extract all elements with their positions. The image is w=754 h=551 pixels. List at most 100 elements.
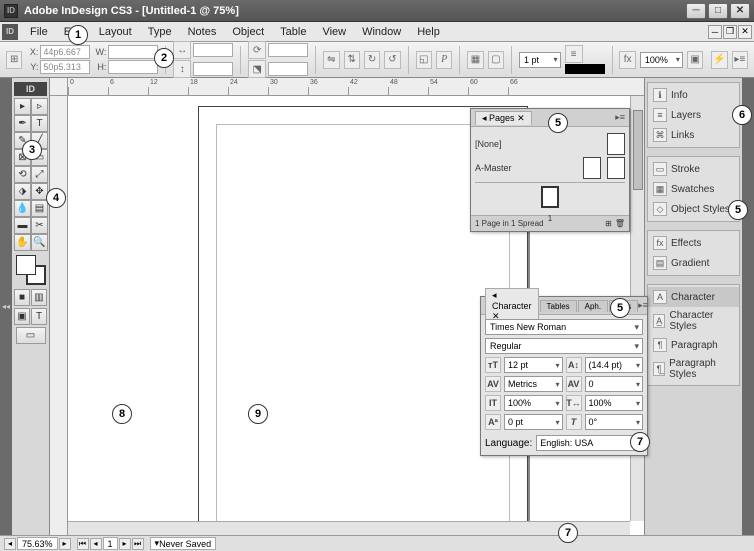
h-input[interactable] <box>108 60 158 74</box>
hand-tool[interactable]: ✋ <box>14 234 31 251</box>
pathfinder-icon[interactable]: P <box>436 51 452 69</box>
dock-char-styles[interactable]: A̲Character Styles <box>648 307 739 335</box>
zoom-next-icon[interactable]: ▸ <box>59 538 71 550</box>
menu-layout[interactable]: Layout <box>91 24 140 40</box>
indesign-icon[interactable]: ID <box>2 24 18 40</box>
dock-stroke[interactable]: ▭Stroke <box>648 159 739 179</box>
hscale-input[interactable]: 100% <box>585 395 644 411</box>
leading-input[interactable]: (14.4 pt) <box>585 357 644 373</box>
dock-gradient[interactable]: ▤Gradient <box>648 253 739 273</box>
y-input[interactable] <box>40 60 90 74</box>
pages-tab[interactable]: ◂ Pages ✕ <box>475 111 532 125</box>
none-thumb[interactable] <box>607 133 625 155</box>
view-mode-icon[interactable]: ▭ <box>16 327 46 344</box>
dock-object-styles[interactable]: ◇Object Styles <box>648 199 739 219</box>
right-dock-strip[interactable] <box>742 78 754 535</box>
vertical-ruler[interactable] <box>50 96 68 535</box>
dock-info[interactable]: ℹInfo <box>648 85 739 105</box>
apply-color-icon[interactable]: ■ <box>14 289 30 306</box>
selection-tool[interactable]: ▸ <box>14 98 31 115</box>
rotate-ccw-icon[interactable]: ↺ <box>384 51 400 69</box>
quick-apply-icon[interactable]: ⚡ <box>711 51 727 69</box>
menu-object[interactable]: Object <box>224 24 272 40</box>
type-tool[interactable]: T <box>31 115 48 132</box>
gradient-tool[interactable]: ▤ <box>31 200 48 217</box>
first-page-icon[interactable]: ⏮ <box>77 538 89 550</box>
scale-tool[interactable]: ⤢ <box>31 166 48 183</box>
fill-stroke-control[interactable] <box>16 255 46 285</box>
font-size-input[interactable]: 12 pt <box>504 357 563 373</box>
rotate-tool[interactable]: ⟲ <box>14 166 31 183</box>
stroke-style-icon[interactable]: ≡ <box>565 45 583 63</box>
doc-close-button[interactable]: ✕ <box>738 25 752 39</box>
doc-minimize-button[interactable]: ─ <box>708 25 722 39</box>
pages-master[interactable]: A-Master <box>475 163 577 173</box>
horizontal-ruler[interactable]: 0 6 12 18 24 30 36 42 48 54 60 66 <box>68 78 644 96</box>
last-page-icon[interactable]: ⏭ <box>132 538 144 550</box>
scale-y-icon[interactable]: ↕ <box>173 60 191 78</box>
fill-icon[interactable]: ▦ <box>467 51 483 69</box>
menu-view[interactable]: View <box>314 24 354 40</box>
drop-shadow-icon[interactable]: ▣ <box>687 51 703 69</box>
minimize-button[interactable]: ─ <box>686 3 706 19</box>
menu-type[interactable]: Type <box>140 24 180 40</box>
rotate-input[interactable] <box>268 43 308 57</box>
close-button[interactable]: ✕ <box>730 3 750 19</box>
opacity-dropdown[interactable]: 100% <box>640 52 683 68</box>
effects-icon[interactable]: fx <box>619 51 635 69</box>
master-thumb-l[interactable] <box>583 157 601 179</box>
left-dock-strip[interactable]: ◂◂ <box>0 78 12 535</box>
menu-table[interactable]: Table <box>272 24 314 40</box>
scale-y-input[interactable] <box>193 62 233 76</box>
vscale-input[interactable]: 100% <box>504 395 563 411</box>
dock-swatches[interactable]: ▦Swatches <box>648 179 739 199</box>
formatting-container-icon[interactable]: ▣ <box>14 308 30 325</box>
baseline-input[interactable]: 0 pt <box>504 414 563 430</box>
language-dropdown[interactable]: English: USA <box>536 435 643 451</box>
formatting-text-icon[interactable]: T <box>31 308 47 325</box>
pages-none[interactable]: [None] <box>475 139 601 149</box>
dock-paragraph[interactable]: ¶Paragraph <box>648 335 739 355</box>
maximize-button[interactable]: □ <box>708 3 728 19</box>
horizontal-scrollbar[interactable] <box>68 521 630 535</box>
scale-x-input[interactable] <box>193 43 233 57</box>
shear-icon[interactable]: ⬔ <box>248 60 266 78</box>
toolbox-header[interactable]: ID <box>14 82 47 96</box>
version-status[interactable]: ▾ Never Saved <box>150 537 217 550</box>
zoom-tool[interactable]: 🔍 <box>31 234 48 251</box>
fill-swatch-tool[interactable] <box>16 255 36 275</box>
next-page-icon[interactable]: ▸ <box>119 538 131 550</box>
flip-h-icon[interactable]: ⇋ <box>323 51 339 69</box>
menu-help[interactable]: Help <box>409 24 448 40</box>
apply-gradient-icon[interactable]: ▥ <box>31 289 47 306</box>
doc-restore-button[interactable]: ❐ <box>723 25 737 39</box>
prev-page-icon[interactable]: ◂ <box>90 538 102 550</box>
char-panel-menu-icon[interactable]: ▸≡ <box>638 300 648 311</box>
tab-2[interactable]: Tables <box>540 300 577 312</box>
ref-point-icon[interactable]: ⊞ <box>6 51 22 69</box>
rotate-icon[interactable]: ⟳ <box>248 41 266 59</box>
master-thumb-r[interactable] <box>607 157 625 179</box>
scale-x-icon[interactable]: ↔ <box>173 41 191 59</box>
stroke-icon[interactable]: ▢ <box>488 51 504 69</box>
skew-input[interactable]: 0° <box>585 414 644 430</box>
dock-effects[interactable]: fxEffects <box>648 233 739 253</box>
panel-menu-icon[interactable]: ▸≡ <box>732 51 748 69</box>
zoom-level[interactable]: 75.63% <box>17 537 58 550</box>
scissors-tool[interactable]: ✂ <box>31 217 48 234</box>
menu-file[interactable]: File <box>22 24 56 40</box>
character-panel[interactable]: ◂ Character ✕ Tables Aph. Mes ▸≡ Times N… <box>480 296 648 456</box>
zoom-prev-icon[interactable]: ◂ <box>4 538 16 550</box>
dock-links[interactable]: ⌘Links <box>648 125 739 145</box>
page-field[interactable]: 1 <box>103 537 118 550</box>
direct-selection-tool[interactable]: ▹ <box>31 98 48 115</box>
flip-v-icon[interactable]: ⇅ <box>344 51 360 69</box>
menu-window[interactable]: Window <box>354 24 409 40</box>
panel-menu-icon[interactable]: ▸≡ <box>615 112 625 123</box>
dock-para-styles[interactable]: ¶̲Paragraph Styles <box>648 355 739 383</box>
kerning-input[interactable]: Metrics <box>504 376 563 392</box>
w-input[interactable] <box>108 45 158 59</box>
font-family-dropdown[interactable]: Times New Roman <box>485 319 643 335</box>
shear-tool[interactable]: ⬗ <box>14 183 31 200</box>
rotate-cw-icon[interactable]: ↻ <box>364 51 380 69</box>
